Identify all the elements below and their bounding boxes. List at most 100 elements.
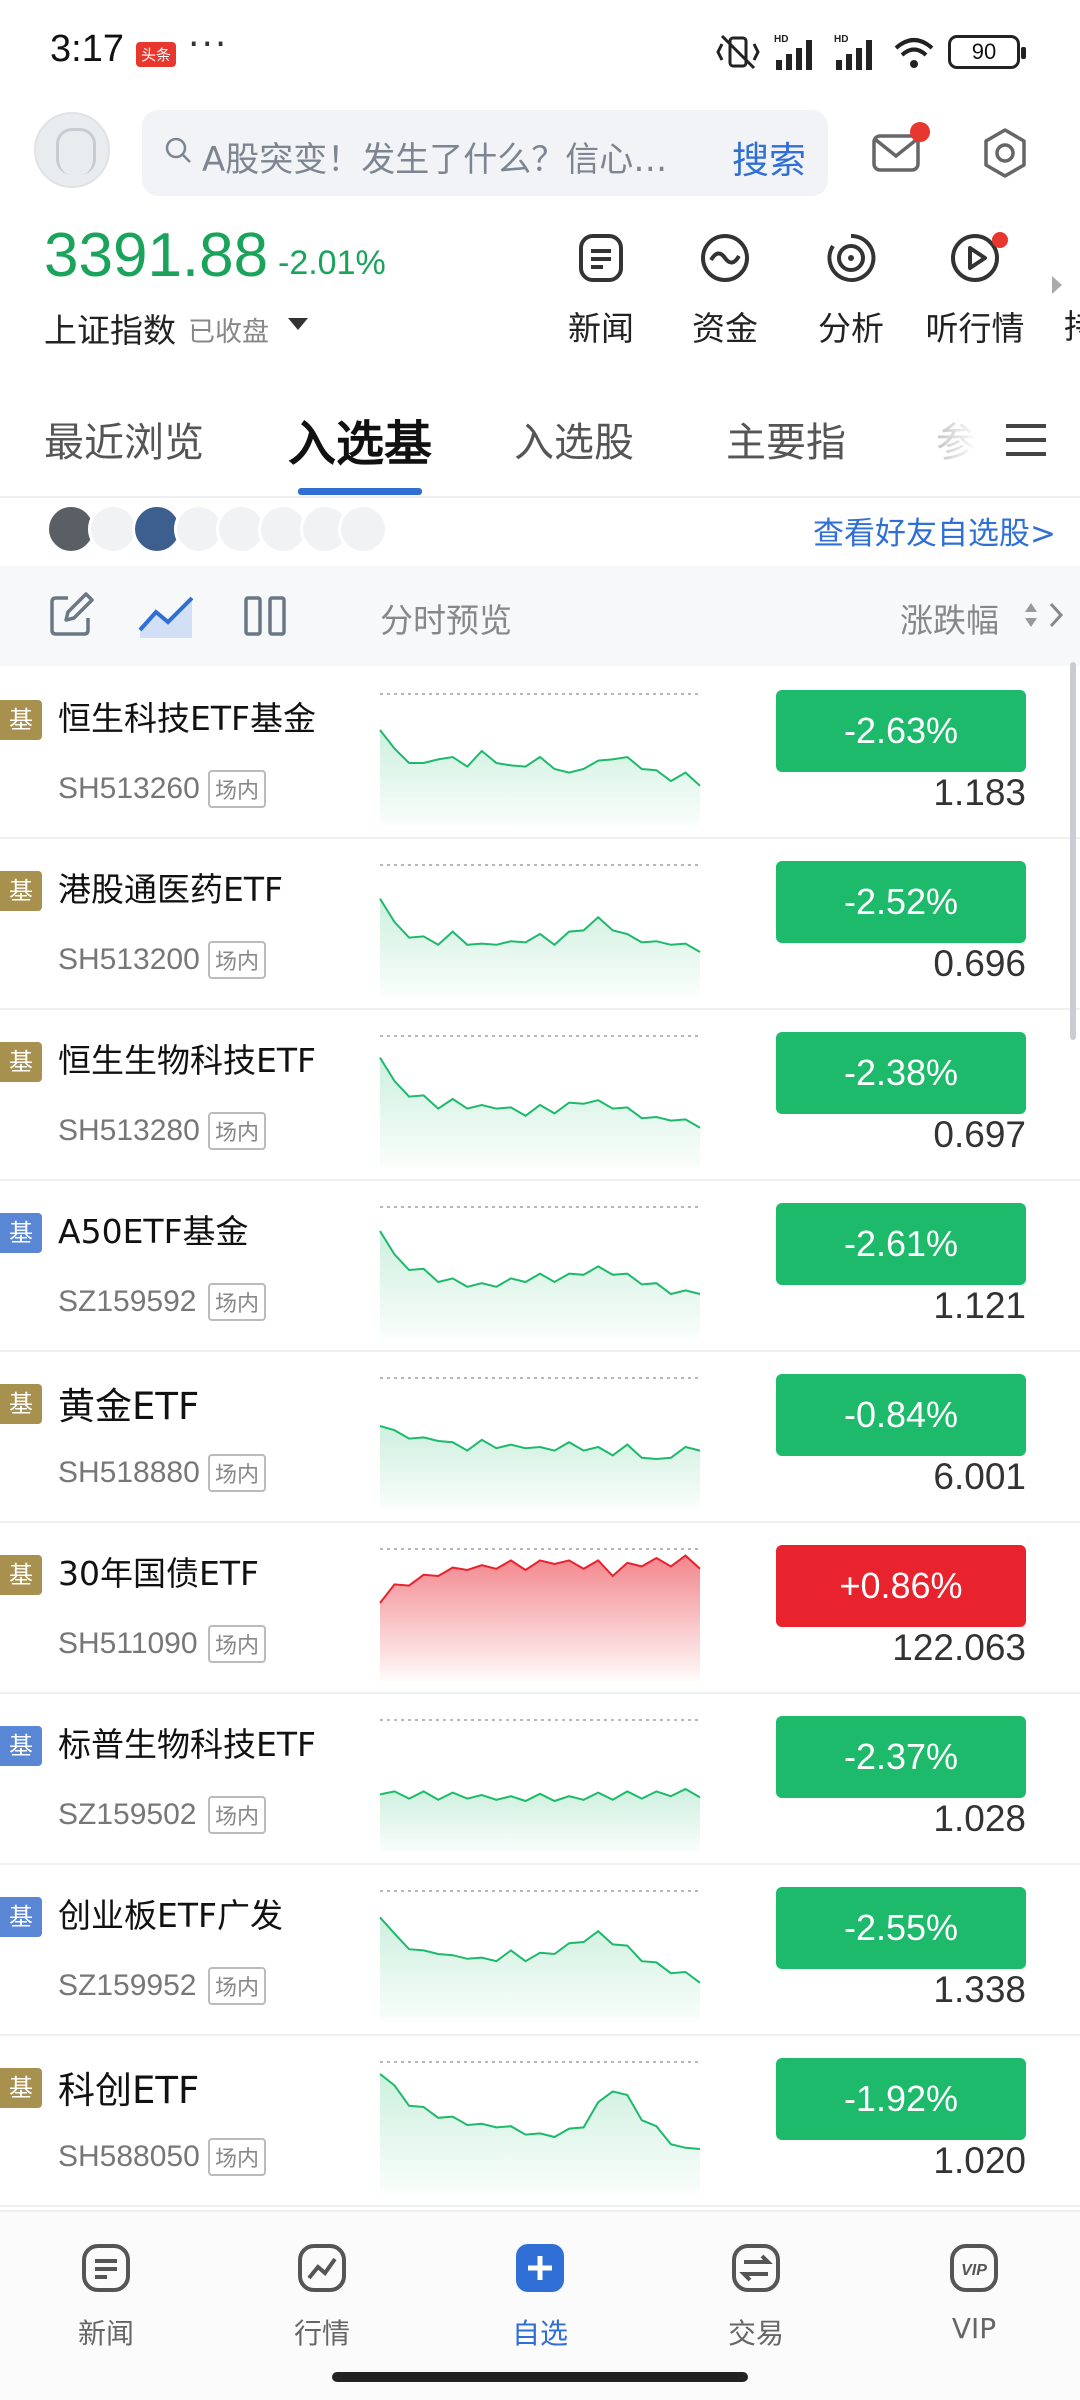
index-value[interactable]: 3391.88: [44, 220, 268, 291]
quick-analysis-button[interactable]: 分析: [796, 228, 906, 350]
market-badge: 场内: [208, 1454, 267, 1492]
sparkline-area: [380, 1917, 700, 2023]
intraday-sparkline: [379, 1719, 701, 1852]
intraday-sparkline: [379, 1890, 701, 2023]
quick-listen-label: 听行情: [925, 309, 1025, 348]
fund-name: 科创ETF: [58, 2069, 200, 2112]
svg-text:VIP: VIP: [961, 2262, 987, 2279]
category-tabs: 最近浏览 入选基 入选股 主要指 参: [0, 400, 1080, 496]
market-badge: 场内: [208, 1967, 267, 2005]
tab-major-indices[interactable]: 主要指: [726, 410, 846, 468]
quick-analysis-label: 分析: [818, 309, 884, 348]
fund-price: 0.697: [933, 1114, 1026, 1155]
fund-row[interactable]: 基 30年国债ETF SH511090 场内 +0.86% 122.063: [0, 1523, 1080, 1694]
svg-text:HD: HD: [834, 34, 848, 45]
fund-name: A50ETF基金: [58, 1212, 249, 1251]
nav-vip[interactable]: VIP VIP: [904, 2240, 1044, 2345]
index-dropdown-icon[interactable]: [288, 318, 308, 330]
fund-row[interactable]: 基创业板ETF广发 SZ159952 场内 -2.55% 1.338: [0, 1865, 1080, 2036]
fund-name: 30年国债ETF: [58, 1554, 259, 1593]
fund-row[interactable]: 基黄金ETF SH518880 场内 -0.84% 6.001: [0, 1352, 1080, 1523]
listen-notification-dot: [992, 232, 1008, 248]
fund-name: 恒生生物科技ETF: [58, 1041, 316, 1080]
sort-change-button[interactable]: 涨跌幅: [900, 594, 999, 642]
tab-recent[interactable]: 最近浏览: [44, 410, 204, 468]
view-friends-watchlist-link[interactable]: 查看好友自选股>: [813, 508, 1056, 553]
status-time: 3:17: [50, 28, 124, 70]
fund-row[interactable]: 基标普生物科技ETF SZ159502 场内 -2.37% 1.028: [0, 1694, 1080, 1865]
vibrate-off-icon: [716, 34, 760, 70]
tab-selected-funds[interactable]: 入选基: [288, 404, 432, 474]
quick-capital-button[interactable]: 资金: [670, 228, 780, 350]
change-percent-badge[interactable]: -2.37%: [776, 1716, 1026, 1798]
nav-news[interactable]: 新闻: [36, 2240, 176, 2352]
toutiao-badge: 头条: [136, 42, 177, 67]
fund-name: 港股通医药ETF: [58, 870, 283, 909]
signal-hd-2-icon: HD: [834, 34, 872, 70]
fund-name: 标普生物科技ETF: [58, 1725, 316, 1764]
fund-row[interactable]: 基 A50ETF基金 SZ159592 场内 -2.61% 1.121: [0, 1181, 1080, 1352]
nav-trade[interactable]: 交易: [686, 2240, 826, 2352]
quick-listen-button[interactable]: 听行情: [920, 228, 1030, 350]
tab-selected-stocks[interactable]: 入选股: [514, 410, 634, 468]
svg-text:HD: HD: [774, 34, 788, 45]
change-percent-badge[interactable]: -2.52%: [776, 861, 1026, 943]
status-bar: 3:17 头条 ··· HD HD 90: [0, 0, 1080, 104]
index-name[interactable]: 上证指数: [44, 304, 176, 352]
fund-row[interactable]: 基恒生生物科技ETF SH513280 场内 -2.38% 0.697: [0, 1010, 1080, 1181]
change-percent-badge[interactable]: -0.84%: [776, 1374, 1026, 1456]
sort-arrows-icon[interactable]: [1022, 598, 1040, 632]
change-percent-badge[interactable]: -2.61%: [776, 1203, 1026, 1285]
market-badge: 场内: [208, 1112, 267, 1150]
vip-tab-icon: VIP: [950, 2244, 998, 2292]
change-percent-badge[interactable]: -2.38%: [776, 1032, 1026, 1114]
change-percent-badge[interactable]: +0.86%: [776, 1545, 1026, 1627]
intraday-sparkline: [379, 2061, 701, 2194]
change-percent-badge[interactable]: -2.63%: [776, 690, 1026, 772]
trend-view-icon[interactable]: [138, 590, 196, 640]
sparkline-area: [380, 898, 700, 997]
quick-news-button[interactable]: 新闻: [546, 228, 656, 350]
market-badge: 场内: [208, 770, 267, 808]
fund-type-badge: 基: [0, 1726, 42, 1766]
sparkline-area: [380, 1231, 700, 1339]
market-badge: 场内: [208, 1625, 267, 1663]
fund-price: 1.020: [933, 2140, 1026, 2181]
analysis-icon: [827, 233, 876, 282]
search-button[interactable]: 搜索: [732, 130, 806, 184]
edit-icon[interactable]: [46, 590, 96, 640]
fund-price: 1.028: [933, 1798, 1026, 1839]
user-avatar[interactable]: [34, 112, 110, 188]
intraday-sparkline: [379, 1206, 701, 1339]
fund-name: 恒生科技ETF基金: [58, 699, 316, 738]
nav-market[interactable]: 行情: [252, 2240, 392, 2352]
menu-icon[interactable]: [1004, 420, 1048, 460]
fund-row[interactable]: 基港股通医药ETF SH513200 场内 -2.52% 0.696: [0, 839, 1080, 1010]
column-view-icon[interactable]: [240, 590, 290, 640]
signal-hd-icon: HD: [774, 34, 812, 70]
fund-type-badge: 基: [0, 1042, 42, 1082]
quick-holdings-label[interactable]: 持: [1064, 300, 1080, 348]
scrollbar[interactable]: [1070, 662, 1076, 1040]
change-percent-badge[interactable]: -1.92%: [776, 2058, 1026, 2140]
settings-icon[interactable]: [978, 126, 1032, 180]
fund-row[interactable]: 基恒生科技ETF基金 SH513260 场内 -2.63% 1.183: [0, 668, 1080, 839]
fund-price: 1.183: [933, 772, 1026, 813]
fund-code: SH513200: [58, 943, 200, 976]
fund-price: 6.001: [933, 1456, 1026, 1497]
index-change: -2.01%: [278, 244, 386, 282]
tabs-divider: [0, 496, 1080, 498]
friend-avatar[interactable]: [338, 504, 388, 554]
change-percent-badge[interactable]: -2.55%: [776, 1887, 1026, 1969]
intraday-sparkline: [379, 693, 701, 826]
fund-row[interactable]: 基科创ETF SH588050 场内 -1.92% 1.020: [0, 2036, 1080, 2207]
search-input[interactable]: A股突变！发生了什么？信心… 搜索: [142, 110, 828, 196]
home-indicator[interactable]: [332, 2372, 748, 2382]
chevron-right-icon[interactable]: [1046, 598, 1066, 632]
friend-avatar[interactable]: [88, 504, 138, 554]
status-indicators: HD HD 90: [716, 30, 1026, 74]
nav-watchlist[interactable]: 自选: [470, 2240, 610, 2352]
intraday-sparkline: [379, 1035, 701, 1168]
more-notifications-icon: ···: [188, 24, 229, 65]
tab-fade: [930, 414, 990, 474]
